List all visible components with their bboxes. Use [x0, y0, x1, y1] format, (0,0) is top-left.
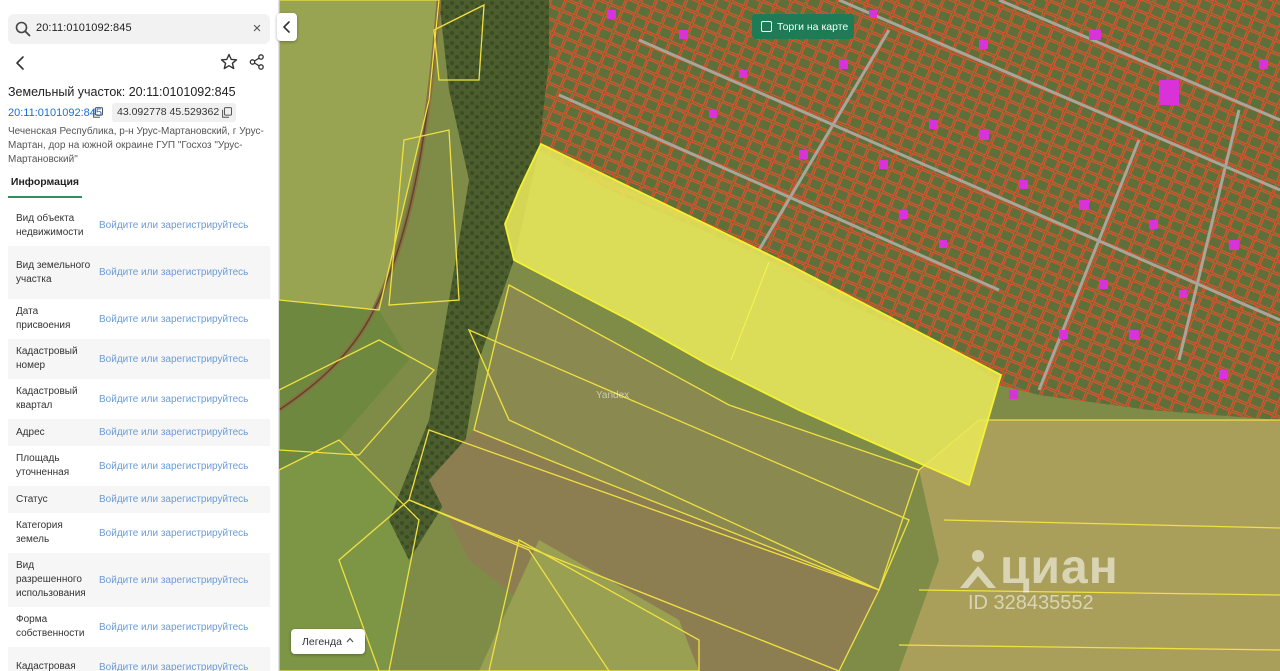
chevron-left-icon[interactable]: [10, 52, 32, 74]
satellite-map[interactable]: [279, 0, 1280, 671]
info-row: Кадастровая Войдите или зарегистрируйтес…: [8, 647, 270, 671]
info-row-label: Адрес: [16, 426, 45, 438]
info-row-label: Кадастровая: [16, 661, 76, 671]
info-row: Форма собственности Войдите или зарегист…: [8, 607, 270, 647]
page-title: Земельный участок: 20:11:0101092:845: [8, 85, 236, 99]
auctions-on-map-toggle[interactable]: Торги на карте: [752, 14, 854, 39]
coordinates-field: 43.092778 45.529362: [112, 103, 236, 122]
info-row: Кадастровый номер Войдите или зарегистри…: [8, 339, 270, 379]
auctions-toggle-label: Торги на карте: [777, 21, 849, 33]
cian-listing-id: ID 328435552: [968, 592, 1094, 614]
info-row: Площадь уточненная Войдите или зарегистр…: [8, 446, 270, 486]
info-row-label: Статус: [16, 493, 48, 505]
cian-brand-text: циан: [1000, 541, 1119, 594]
panel-toolbar: [0, 50, 278, 76]
info-row: Категория земель Войдите или зарегистрир…: [8, 513, 270, 553]
login-link[interactable]: Войдите или зарегистрируйтесь: [91, 528, 270, 539]
info-row: Дата присвоения Войдите или зарегистриру…: [8, 299, 270, 339]
info-row-label: Форма собственности: [16, 614, 85, 639]
checkbox[interactable]: [761, 21, 772, 32]
login-link[interactable]: Войдите или зарегистрируйтесь: [91, 220, 270, 231]
share-icon[interactable]: [247, 52, 267, 72]
login-link[interactable]: Войдите или зарегистрируйтесь: [91, 267, 270, 278]
login-link[interactable]: Войдите или зарегистрируйтесь: [91, 427, 270, 438]
parcel-info-panel: 20:11:0101092:845 × Земельный участок: 2…: [0, 0, 279, 671]
info-row: Статус Войдите или зарегистрируйтесь: [8, 486, 270, 513]
login-link[interactable]: Войдите или зарегистрируйтесь: [91, 314, 270, 325]
info-row-label: Дата присвоения: [16, 306, 71, 331]
chevron-up-icon: [346, 637, 354, 643]
info-row-label: Кадастровый номер: [16, 346, 78, 371]
map-view[interactable]: Yandex циан ID 328435552: [279, 0, 1280, 671]
info-row: Вид земельного участка Войдите или зарег…: [8, 246, 270, 299]
login-link[interactable]: Войдите или зарегистрируйтесь: [91, 622, 270, 633]
info-row-label: Кадастровый квартал: [16, 386, 78, 411]
cadastral-number-link[interactable]: 20:11:0101092:845: [8, 107, 102, 119]
login-link[interactable]: Войдите или зарегистрируйтесь: [91, 662, 270, 671]
login-link[interactable]: Войдите или зарегистрируйтесь: [91, 354, 270, 365]
cian-logo-icon: [960, 550, 996, 588]
coordinates-value: 43.092778 45.529362: [117, 106, 220, 118]
legend-label: Легенда: [302, 636, 342, 648]
close-icon[interactable]: ×: [249, 21, 265, 37]
login-link[interactable]: Войдите или зарегистрируйтесь: [91, 461, 270, 472]
star-icon[interactable]: [219, 52, 239, 72]
info-row: Вид разрешенного использования Войдите и…: [8, 553, 270, 607]
tab-information[interactable]: Информация: [8, 176, 82, 198]
yandex-watermark: Yandex: [596, 390, 630, 401]
chevron-left-icon: [283, 21, 290, 33]
info-row-label: Площадь уточненная: [16, 453, 70, 478]
collapse-panel-button[interactable]: [277, 13, 297, 41]
login-link[interactable]: Войдите или зарегистрируйтесь: [91, 575, 270, 586]
login-link[interactable]: Войдите или зарегистрируйтесь: [91, 394, 270, 405]
info-row: Адрес Войдите или зарегистрируйтесь: [8, 419, 270, 446]
parcel-address: Чеченская Республика, р-н Урус-Мартановс…: [8, 126, 264, 165]
search-bar[interactable]: 20:11:0101092:845 ×: [8, 14, 270, 44]
login-link[interactable]: Войдите или зарегистрируйтесь: [91, 494, 270, 505]
info-row: Кадастровый квартал Войдите или зарегист…: [8, 379, 270, 419]
info-table: Вид объекта недвижимости Войдите или зар…: [8, 205, 270, 671]
info-row-label: Категория земель: [16, 520, 63, 545]
info-row-label: Вид разрешенного использования: [16, 560, 86, 599]
search-input[interactable]: 20:11:0101092:845: [36, 22, 132, 34]
info-row-label: Вид земельного участка: [16, 259, 91, 285]
legend-button[interactable]: Легенда: [291, 629, 365, 654]
search-icon: [15, 21, 31, 37]
copy-icon[interactable]: [222, 107, 232, 118]
info-row: Вид объекта недвижимости Войдите или зар…: [8, 205, 270, 246]
info-row-label: Вид объекта недвижимости: [16, 212, 84, 238]
copy-icon[interactable]: [93, 107, 103, 118]
